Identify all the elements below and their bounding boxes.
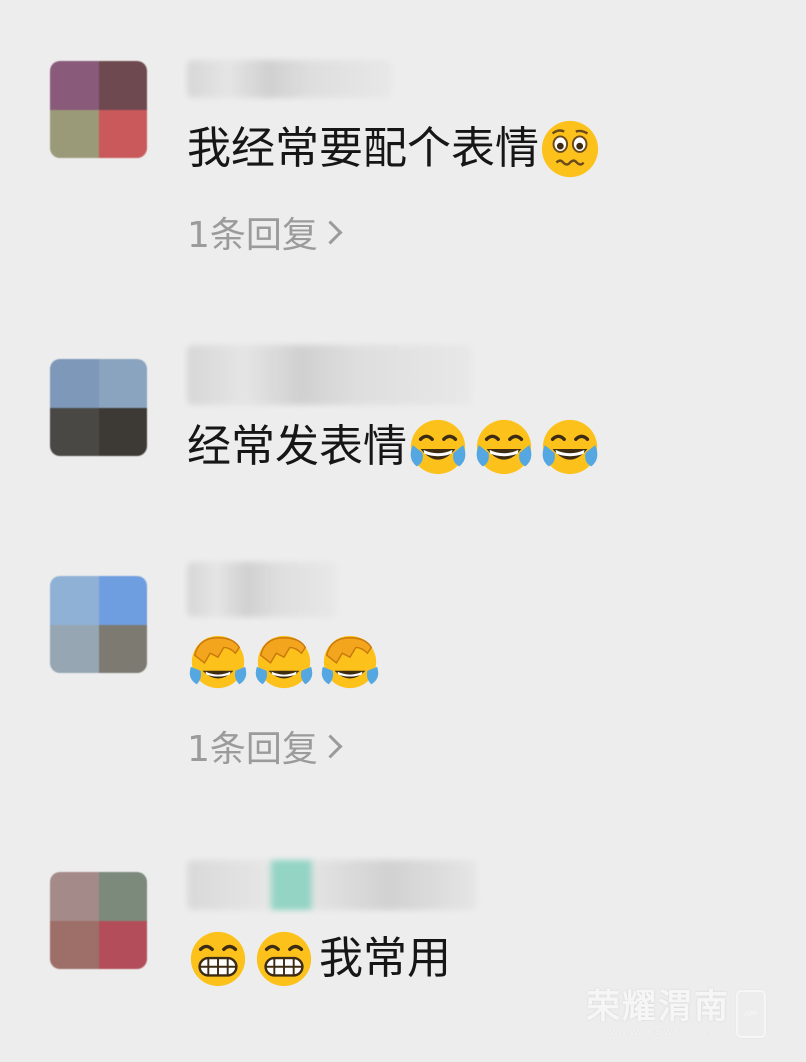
- comment-text: [187, 630, 385, 692]
- view-replies-link[interactable]: 1条回复: [187, 720, 343, 772]
- reply-count-label: 1条回复: [187, 729, 318, 770]
- tears-of-joy-icon: [407, 416, 469, 478]
- avatar[interactable]: [50, 359, 147, 456]
- comment-text: 经常发表情: [187, 416, 605, 478]
- phone-app-icon: APP: [736, 990, 766, 1038]
- facepalm-laughing-icon: [319, 630, 381, 692]
- tears-of-joy-icon: [539, 416, 601, 478]
- chevron-right-icon: [318, 733, 343, 759]
- watermark-title: 荣耀渭南: [586, 987, 730, 1027]
- avatar[interactable]: [50, 576, 147, 673]
- watermark-text: 荣耀渭南 WWW.YEWN.CN: [586, 979, 730, 1038]
- reply-count-label: 1条回复: [187, 215, 318, 256]
- tears-of-joy-icon: [473, 416, 535, 478]
- avatar[interactable]: [50, 61, 147, 158]
- facepalm-laughing-icon: [187, 630, 249, 692]
- username-redacted[interactable]: [187, 60, 392, 98]
- grinning-teeth-icon: [187, 928, 249, 990]
- watermark-url: WWW.YEWN.CN: [605, 1028, 711, 1038]
- woozy-face-icon: [539, 118, 601, 180]
- comment-text: 我常用: [187, 928, 451, 990]
- username-redacted[interactable]: [187, 562, 337, 617]
- username-redacted[interactable]: [187, 860, 477, 910]
- comment-body: 我经常要配个表情: [187, 123, 539, 174]
- comment-text: 我经常要配个表情: [187, 118, 605, 180]
- chevron-right-icon: [318, 219, 343, 245]
- facepalm-laughing-icon: [253, 630, 315, 692]
- avatar[interactable]: [50, 872, 147, 969]
- grinning-teeth-icon: [253, 928, 315, 990]
- view-replies-link[interactable]: 1条回复: [187, 206, 343, 258]
- watermark-logo: 荣耀渭南 WWW.YEWN.CN APP: [586, 979, 766, 1038]
- comment-body: 我常用: [319, 933, 451, 984]
- comment-body: 经常发表情: [187, 421, 407, 472]
- username-redacted[interactable]: [187, 345, 472, 405]
- watermark-badge: APP: [744, 1010, 758, 1018]
